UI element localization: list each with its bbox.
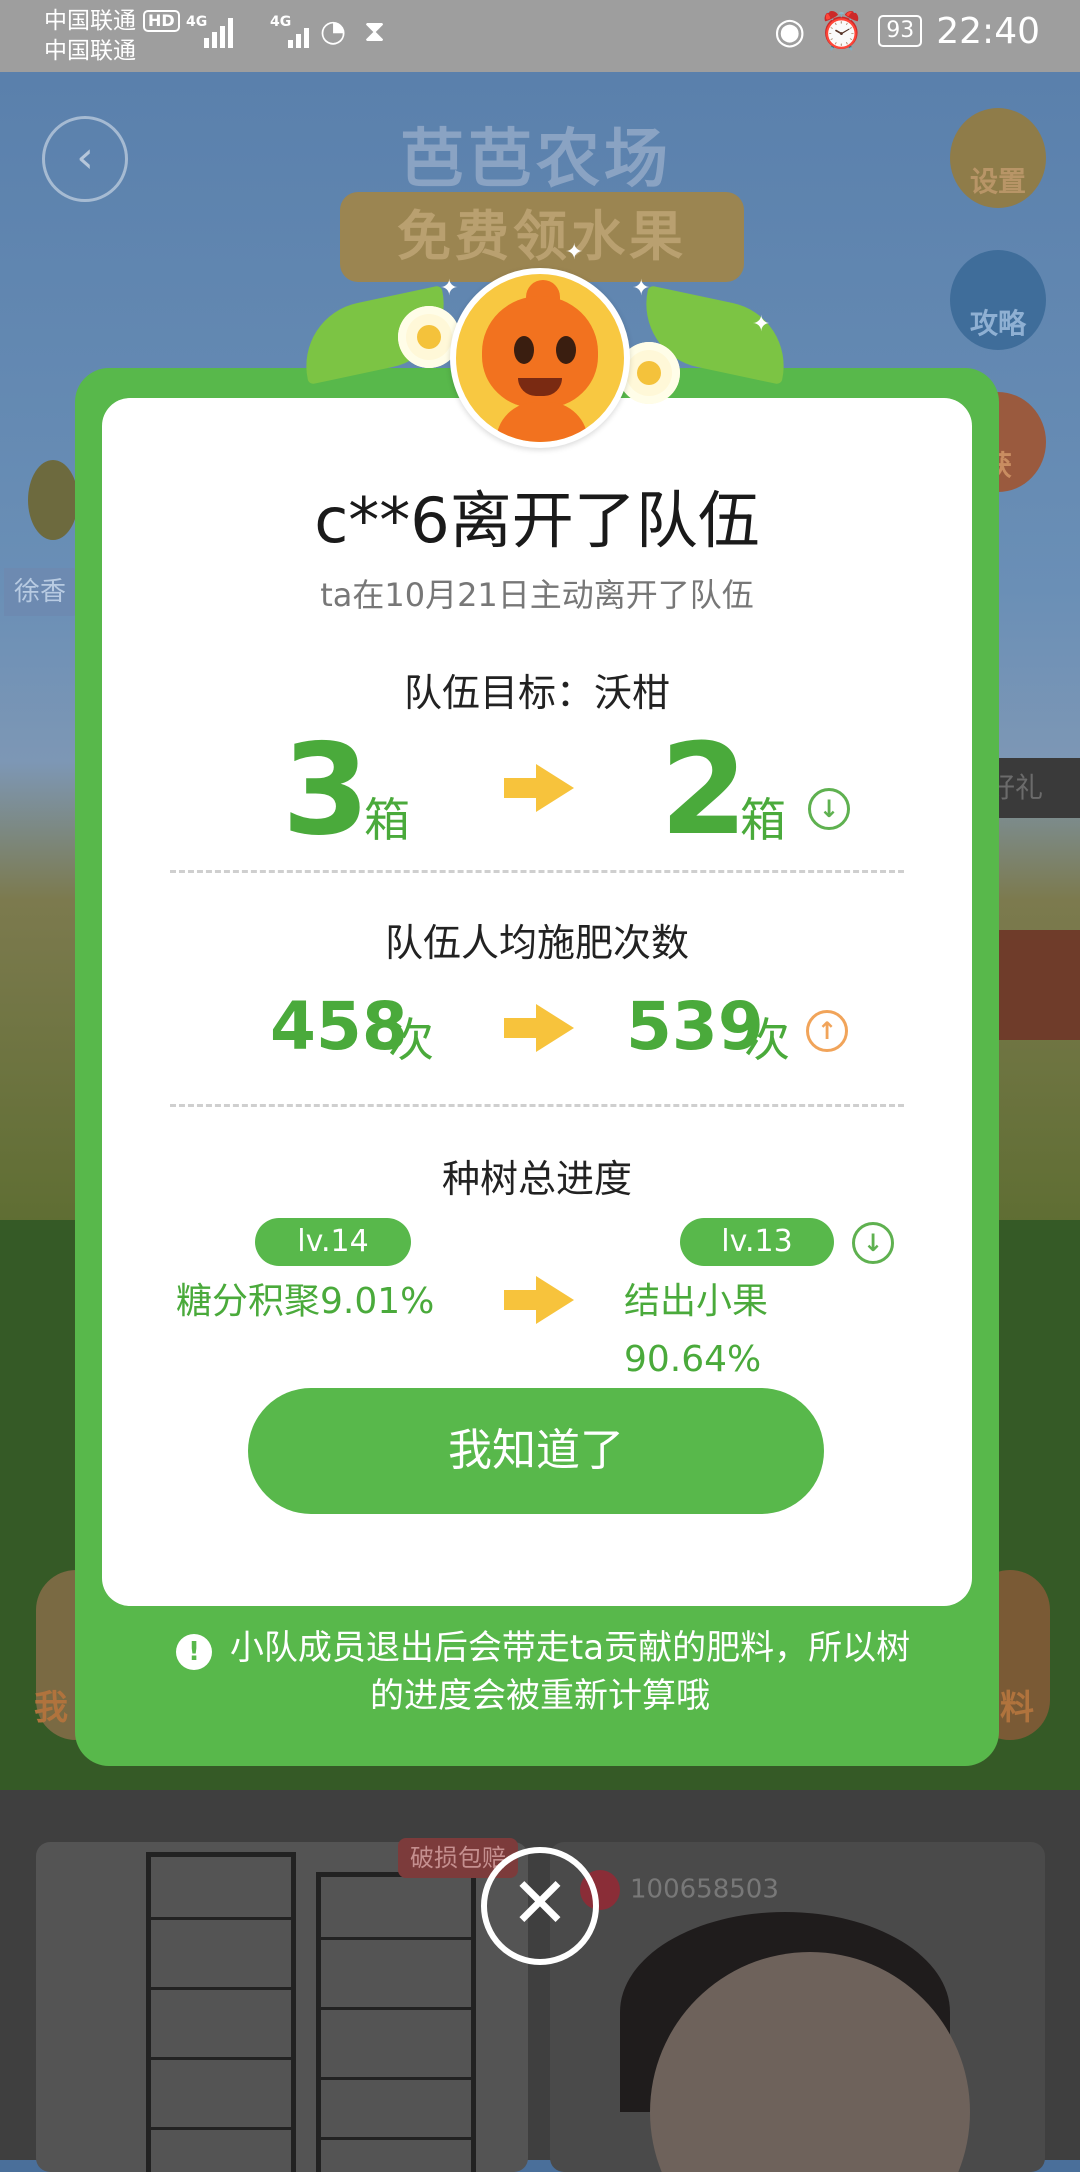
dialog-title: c**6离开了队伍 bbox=[314, 484, 760, 557]
arrow-right-icon bbox=[504, 1004, 574, 1052]
hourglass-icon: ⧗ bbox=[364, 14, 386, 49]
carrier-2: 中国联通 bbox=[44, 38, 136, 64]
sparkle-icon: ✦ bbox=[752, 312, 771, 337]
settings-button[interactable]: 设置 bbox=[950, 108, 1046, 208]
shelf-image-2 bbox=[316, 1872, 476, 2172]
carrier-info: 中国联通 中国联通 bbox=[44, 6, 136, 66]
battery-icon: 93 bbox=[878, 15, 923, 47]
progress-label: 种树总进度 bbox=[441, 1157, 632, 1201]
decrease-arrow-icon: ↓ bbox=[808, 788, 850, 830]
from-level-badge: lv.14 bbox=[255, 1218, 411, 1266]
friend-avatar[interactable] bbox=[28, 460, 78, 540]
arrow-right-icon bbox=[504, 764, 574, 812]
close-button[interactable]: ✕ bbox=[481, 1847, 599, 1965]
close-icon: ✕ bbox=[510, 1862, 570, 1944]
sparkle-icon: ✦ bbox=[440, 276, 459, 301]
guide-label: 攻略 bbox=[969, 307, 1026, 340]
decrease-arrow-icon: ↓ bbox=[852, 1222, 894, 1264]
fertilize-label: 队伍人均施肥次数 bbox=[384, 921, 689, 965]
hd-badge: HD bbox=[143, 10, 180, 32]
dialog-note-text: 小队成员退出后会带走ta贡献的肥料，所以树的进度会被重新计算哦 bbox=[229, 1628, 911, 1716]
signal-icon-2 bbox=[288, 14, 309, 48]
to-level-badge: lv.13 bbox=[680, 1218, 834, 1266]
goal-from-unit: 箱 bbox=[364, 793, 410, 847]
sparkle-icon: ✦ bbox=[565, 240, 584, 265]
sparkle-icon: ✦ bbox=[632, 276, 651, 301]
follow-count: 100658503 bbox=[580, 1870, 779, 1910]
dialog-note: 小队成员退出后会带走ta贡献的肥料，所以树的进度会被重新计算哦 bbox=[160, 1624, 920, 1720]
confirm-button[interactable]: 我知道了 bbox=[248, 1388, 824, 1514]
wifi-icon: ◔ bbox=[320, 14, 347, 49]
back-button[interactable]: ‹ bbox=[42, 116, 128, 202]
game-title: 芭芭农场 bbox=[400, 123, 672, 197]
friend-name-chip[interactable]: 徐香 bbox=[4, 568, 80, 616]
from-stage: 糖分积聚9.01% bbox=[176, 1281, 435, 1322]
goal-from-value: 3 bbox=[282, 716, 370, 863]
arrow-right-icon bbox=[504, 1276, 574, 1324]
eye-icon: ◉ bbox=[774, 10, 806, 52]
to-stage-name: 结出小果 bbox=[624, 1281, 769, 1322]
goal-label: 队伍目标：沃柑 bbox=[403, 671, 670, 715]
house-decoration bbox=[995, 930, 1080, 1040]
follow-count-value: 100658503 bbox=[630, 1874, 779, 1905]
guide-button[interactable]: 攻略 bbox=[950, 250, 1046, 350]
to-stage-percent: 90.64% bbox=[624, 1339, 762, 1380]
carrier-1: 中国联通 bbox=[44, 8, 136, 34]
shelf-image bbox=[146, 1852, 296, 2172]
mascot-avatar bbox=[450, 268, 630, 448]
product-card-left[interactable] bbox=[36, 1842, 528, 2172]
divider bbox=[170, 870, 904, 873]
status-bar: 中国联通 中国联通 HD 4G 4G ◔ ⧗ ◉ ⏰ 93 22:40 bbox=[0, 0, 1080, 72]
fertilize-from-unit: 次 bbox=[388, 1013, 434, 1067]
status-right: ◉ ⏰ 93 22:40 bbox=[774, 10, 1040, 53]
settings-label: 设置 bbox=[969, 165, 1026, 198]
increase-arrow-icon: ↑ bbox=[806, 1010, 848, 1052]
goal-to-value: 2 bbox=[660, 716, 748, 863]
left-action-label: 我 bbox=[34, 1688, 68, 1728]
alarm-icon: ⏰ bbox=[819, 11, 865, 52]
goal-to-unit: 箱 bbox=[740, 793, 786, 847]
signal-icon bbox=[204, 14, 233, 48]
chevron-left-icon: ‹ bbox=[76, 132, 94, 183]
right-action-label: 料 bbox=[1000, 1688, 1034, 1728]
dialog-subtitle: ta在10月21日主动离开了队伍 bbox=[320, 576, 754, 614]
clock: 22:40 bbox=[936, 10, 1040, 52]
fertilize-to-unit: 次 bbox=[744, 1013, 790, 1067]
divider bbox=[170, 1104, 904, 1107]
